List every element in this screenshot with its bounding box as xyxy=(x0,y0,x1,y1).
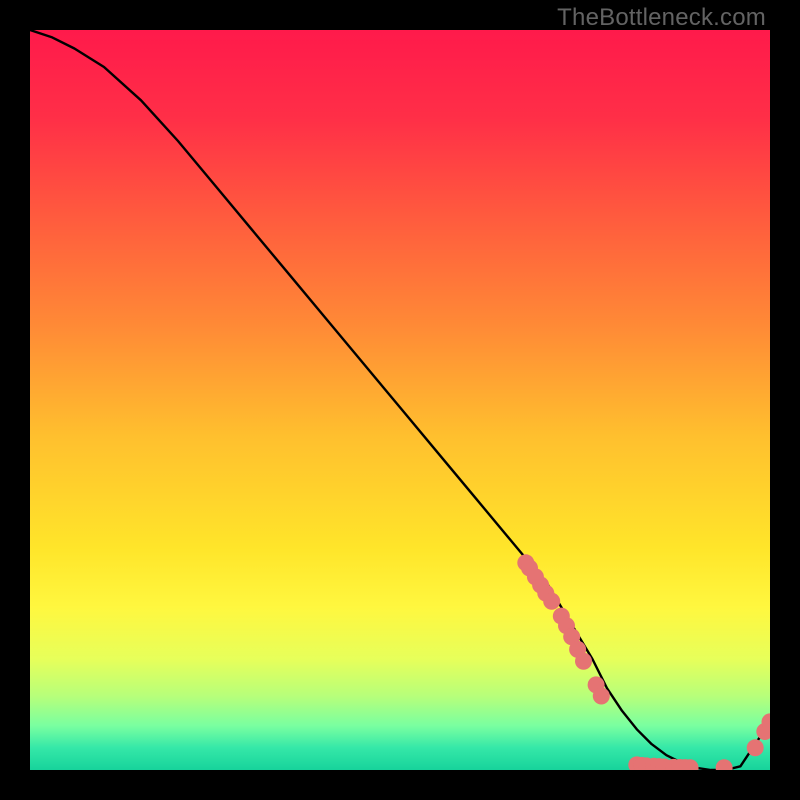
data-marker xyxy=(543,593,560,610)
data-marker xyxy=(593,688,610,705)
watermark-text: TheBottleneck.com xyxy=(557,4,766,32)
plot-area xyxy=(30,30,770,770)
bottleneck-curve xyxy=(30,30,770,770)
curve-layer xyxy=(30,30,770,770)
data-marker xyxy=(716,759,733,770)
data-marker xyxy=(747,739,764,756)
chart-stage: TheBottleneck.com xyxy=(0,0,800,800)
data-marker xyxy=(575,653,592,670)
